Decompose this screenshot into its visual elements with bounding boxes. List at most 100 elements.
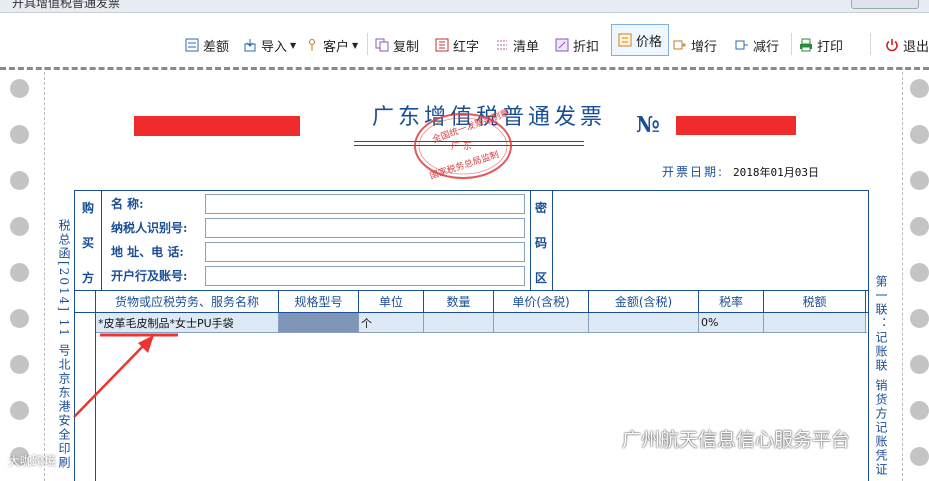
redacted-invoice-number — [676, 116, 796, 135]
hole — [10, 217, 29, 236]
list-label: 清单 — [513, 39, 540, 55]
toolbar-divider — [367, 33, 368, 55]
toolbar: 差额 导入 ▼ 客户 ▼ 复制 红字 清单 折扣 价格 增行 减行 打印 退出 — [0, 13, 929, 67]
hole — [910, 125, 929, 144]
hole — [10, 79, 29, 98]
buyer-name-label: 名 称: — [111, 197, 144, 211]
column-header-rate: 税率 — [699, 290, 764, 312]
difference-label: 差额 — [203, 39, 230, 55]
print-label: 打印 — [817, 39, 844, 55]
buyer-side-label: 买 — [82, 236, 95, 250]
title-bar: 开具增值税普通发票 — [0, 0, 929, 13]
add-row-icon — [673, 40, 686, 50]
red-invoice-label: 红字 — [453, 39, 480, 55]
import-label: 导入 — [261, 39, 288, 55]
print-button[interactable]: 打印 — [799, 33, 843, 57]
customer-button[interactable]: 客户 ▼ — [305, 33, 358, 57]
right-tractor-holes — [910, 67, 929, 481]
add-row-label: 增行 — [691, 39, 718, 55]
column-header-amount: 金额(含税) — [589, 290, 699, 312]
password-area — [553, 191, 869, 290]
list-icon — [497, 40, 507, 50]
item-rate-cell[interactable]: 0% — [699, 313, 764, 332]
column-header-price: 单价(含税) — [494, 290, 589, 312]
difference-icon — [185, 38, 199, 52]
perforation-left — [44, 67, 45, 481]
price-button[interactable]: 价格 — [611, 24, 670, 56]
import-button[interactable]: 导入 ▼ — [243, 33, 296, 57]
item-spec-cell[interactable] — [279, 313, 359, 332]
wechat-watermark-text: 广州航天信息信心服务平台 — [622, 429, 851, 451]
buyer-address-label: 地 址、电 话: — [111, 245, 184, 259]
annotation-arrow-icon — [73, 333, 178, 418]
hole — [910, 401, 929, 420]
hole — [910, 171, 929, 190]
copy-icon — [375, 38, 389, 52]
item-amount-cell[interactable] — [589, 313, 699, 332]
chevron-down-icon: ▼ — [290, 40, 297, 50]
row-bottom-line — [96, 332, 867, 333]
hole — [910, 309, 929, 328]
password-area-label: 密 — [535, 201, 548, 215]
add-row-button[interactable]: 增行 — [673, 33, 717, 57]
buyer-address-input[interactable] — [205, 242, 525, 262]
item-unit-cell[interactable]: 个 — [359, 313, 424, 332]
buyer-bank-input[interactable] — [205, 266, 525, 286]
copy-button[interactable]: 复制 — [375, 33, 419, 57]
column-header-qty: 数量 — [424, 290, 494, 312]
discount-button[interactable]: 折扣 — [555, 33, 599, 57]
price-label: 价格 — [636, 34, 663, 50]
buyer-name-input[interactable] — [205, 194, 525, 214]
exit-label: 退出 — [903, 39, 929, 55]
invoice-number-symbol: № — [636, 112, 660, 138]
hole — [910, 263, 929, 282]
customer-icon — [309, 39, 315, 51]
discount-label: 折扣 — [573, 39, 600, 55]
exit-button[interactable]: 退出 — [885, 33, 929, 57]
hole — [910, 79, 929, 98]
buyer-side-label: 方 — [82, 271, 95, 285]
date-value: 2018年01月03日 — [733, 166, 819, 179]
window-title: 开具增值税普通发票 — [12, 0, 121, 10]
hole — [10, 263, 29, 282]
hole — [10, 401, 29, 420]
item-qty-cell[interactable] — [424, 313, 494, 332]
hole — [10, 309, 29, 328]
hole — [910, 355, 929, 374]
hole — [10, 171, 29, 190]
invoice-paper: 广东增值税普通发票 全国统一发票监制章 广 东 国家税务总局监制 № 开票日期:… — [0, 67, 929, 481]
seal-middle-text: 广 东 — [451, 142, 472, 152]
item-price-cell[interactable] — [494, 313, 589, 332]
hole — [10, 125, 29, 144]
wechat-icon — [592, 428, 618, 449]
power-icon — [886, 39, 898, 52]
toolbar-divider — [870, 33, 871, 55]
date-label: 开票日期: — [662, 165, 725, 179]
right-margin-text: 第一联：记账联 销货方记账凭证 — [874, 275, 888, 477]
column-header-unit: 单位 — [359, 290, 424, 312]
buyer-taxid-label: 纳税人识别号: — [111, 221, 188, 235]
column-header-name: 货物或应税劳务、服务名称 — [95, 290, 279, 312]
hole — [10, 355, 29, 374]
red-invoice-button[interactable]: 红字 — [435, 33, 479, 57]
list-button[interactable]: 清单 — [495, 33, 539, 57]
buyer-taxid-input[interactable] — [205, 218, 525, 238]
buyer-bank-label: 开户行及账号: — [111, 269, 188, 283]
import-icon — [244, 39, 256, 52]
remove-row-label: 减行 — [753, 39, 780, 55]
difference-button[interactable]: 差额 — [185, 33, 229, 57]
perforation-top — [0, 67, 929, 70]
wechat-watermark: 广州航天信息信心服务平台 — [592, 425, 850, 452]
remove-row-button[interactable]: 减行 — [735, 33, 779, 57]
copy-label: 复制 — [393, 39, 420, 55]
item-tax-cell[interactable] — [764, 313, 866, 332]
window-controls[interactable] — [851, 0, 919, 9]
corner-watermark: 大咖跨境 — [8, 454, 57, 468]
password-divider — [530, 191, 531, 290]
toolbar-divider — [791, 33, 792, 55]
remove-row-icon — [735, 40, 748, 50]
left-tractor-holes — [10, 67, 32, 481]
print-icon — [800, 38, 812, 52]
password-area-label: 区 — [535, 271, 548, 285]
buyer-divider — [101, 191, 102, 290]
